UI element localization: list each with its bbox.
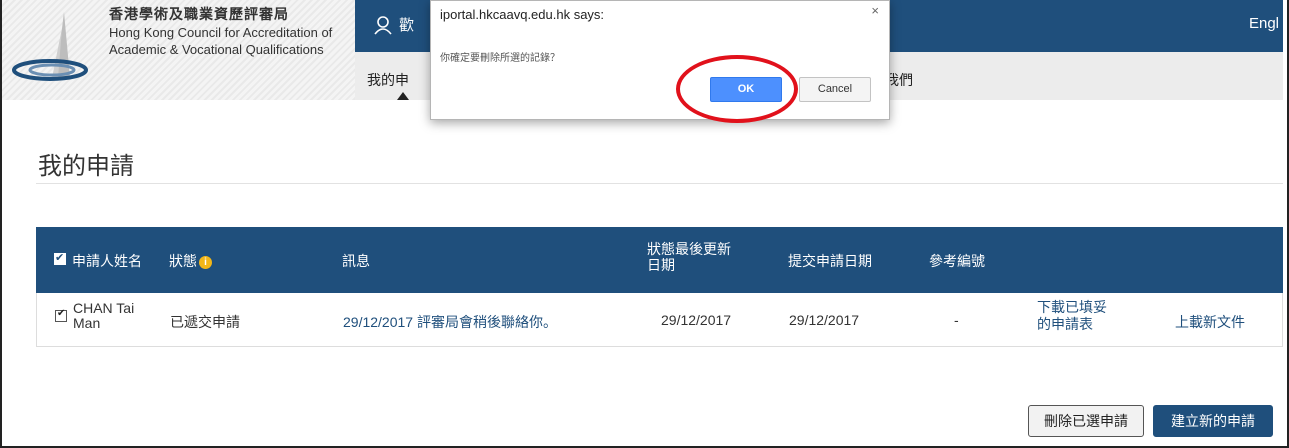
download-form-line1: 下載已填妥 bbox=[1037, 299, 1107, 315]
download-form-line2: 的申請表 bbox=[1037, 316, 1093, 332]
table-row: CHAN Tai Man 已遞交申請 29/12/2017 評審局會稍後聯絡你。… bbox=[36, 293, 1283, 347]
nav-my-applications[interactable]: 我的申 bbox=[367, 70, 409, 90]
applicant-name-line1: CHAN Tai bbox=[73, 300, 135, 316]
status-updated-date: 29/12/2017 bbox=[661, 312, 732, 328]
title-divider bbox=[36, 183, 1283, 184]
applications-table: 申請人姓名 狀態i 訊息 狀態最後更新 日期 提交申請日期 參考編號 CHAN … bbox=[36, 227, 1283, 347]
language-link[interactable]: Engl bbox=[1249, 15, 1279, 32]
header-reference-no: 參考編號 bbox=[929, 253, 985, 269]
info-icon[interactable]: i bbox=[199, 256, 212, 269]
upload-document-link[interactable]: 上載新文件 bbox=[1175, 312, 1245, 332]
org-name-en-line1: Hong Kong Council for Accreditation of bbox=[109, 25, 333, 40]
dialog-title: iportal.hkcaavq.edu.hk says: bbox=[440, 7, 605, 22]
user-icon bbox=[374, 15, 392, 35]
header-message: 訊息 bbox=[342, 253, 370, 269]
close-icon[interactable]: × bbox=[871, 3, 879, 18]
message-link[interactable]: 29/12/2017 評審局會稍後聯絡你。 bbox=[343, 312, 557, 332]
header-status-updated-line2: 日期 bbox=[647, 257, 675, 273]
header-applicant-name: 申請人姓名 bbox=[72, 253, 142, 269]
header-status: 狀態 i bbox=[169, 251, 212, 271]
create-application-button[interactable]: 建立新的申請 bbox=[1153, 405, 1273, 437]
cancel-button[interactable]: Cancel bbox=[799, 77, 871, 102]
header-submitted-date: 提交申請日期 bbox=[788, 253, 872, 269]
hkcaavq-logo-icon bbox=[12, 12, 88, 81]
welcome-area[interactable]: 歡 bbox=[373, 14, 414, 35]
applicant-name: CHAN Tai Man bbox=[73, 301, 134, 331]
table-header: 申請人姓名 狀態i 訊息 狀態最後更新 日期 提交申請日期 參考編號 bbox=[36, 227, 1283, 293]
org-name-zh: 香港學術及職業資歷評審局 bbox=[109, 7, 289, 23]
org-name-en-line2: Academic & Vocational Qualifications bbox=[109, 42, 324, 57]
download-form-link[interactable]: 下載已填妥 的申請表 bbox=[1037, 299, 1107, 333]
page-title: 我的申請 bbox=[38, 153, 134, 180]
select-all-checkbox[interactable] bbox=[54, 251, 66, 265]
applicant-name-line2: Man bbox=[73, 315, 101, 331]
application-status: 已遞交申請 bbox=[170, 314, 240, 330]
active-nav-caret-icon bbox=[397, 92, 409, 100]
row-checkbox[interactable] bbox=[55, 308, 67, 322]
dialog-message: 你確定要刪除所選的記錄？ bbox=[440, 53, 560, 64]
welcome-text: 歡 bbox=[399, 17, 415, 34]
ok-highlight-circle bbox=[676, 55, 798, 123]
org-logo-area[interactable]: 香港學術及職業資歷評審局 Hong Kong Council for Accre… bbox=[2, 0, 355, 100]
confirm-dialog: iportal.hkcaavq.edu.hk says: × 你確定要刪除所選的… bbox=[430, 0, 890, 120]
delete-selected-button[interactable]: 刪除已選申請 bbox=[1028, 405, 1144, 437]
reference-no: - bbox=[954, 312, 959, 328]
header-status-label: 狀態 bbox=[169, 253, 197, 269]
header-status-updated: 狀態最後更新 日期 bbox=[647, 241, 731, 273]
submitted-date: 29/12/2017 bbox=[789, 312, 860, 328]
header-status-updated-line1: 狀態最後更新 bbox=[647, 241, 731, 257]
